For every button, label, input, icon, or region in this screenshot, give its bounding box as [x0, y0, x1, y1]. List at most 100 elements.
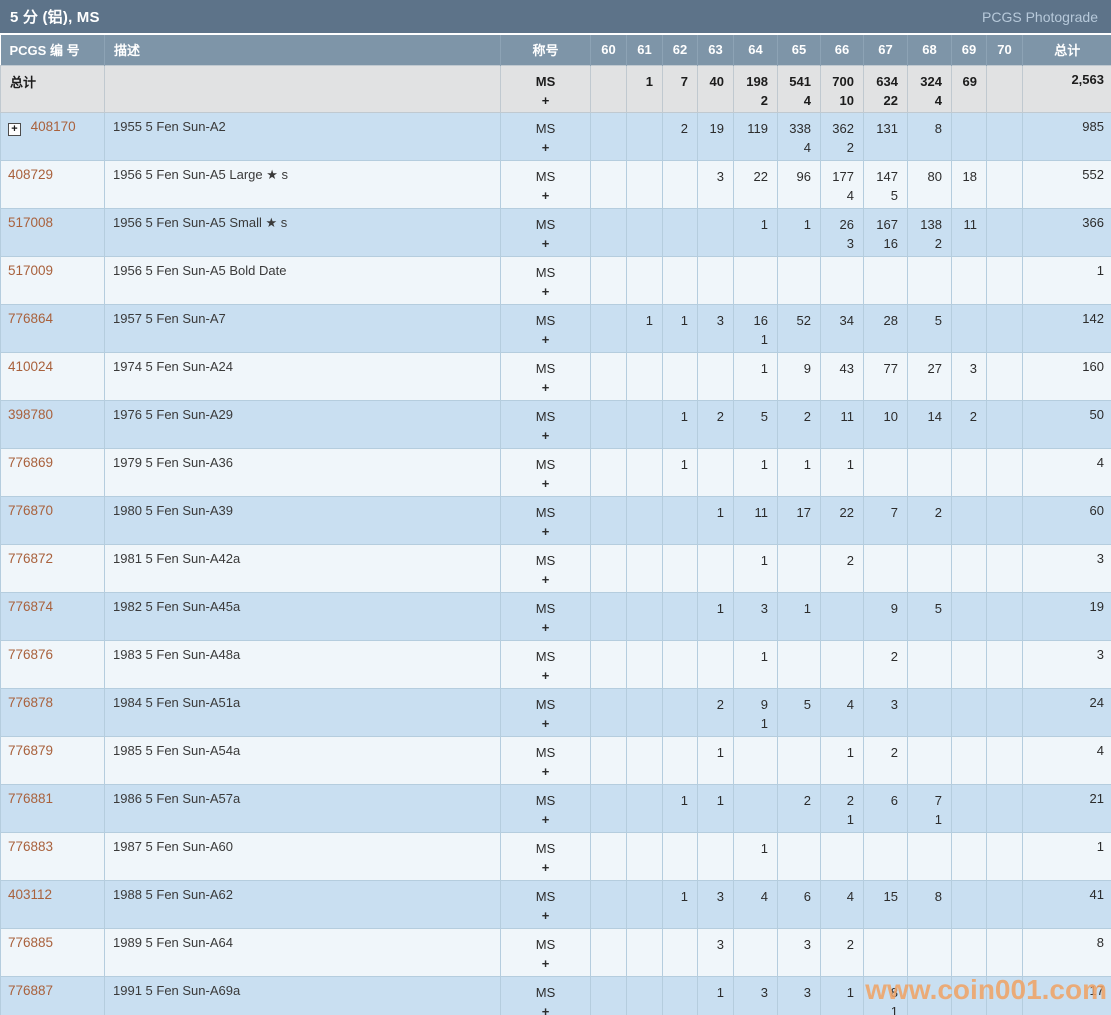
grade-68-cell: 2: [907, 495, 952, 545]
grade-68-cell: [907, 831, 952, 881]
grade-70-cell: [986, 975, 1023, 1015]
coin-description: 1956 5 Fen Sun-A5 Large ★ s: [104, 159, 501, 209]
grade-62-cell: [662, 975, 698, 1015]
pcgs-number-link[interactable]: 776876: [8, 647, 53, 662]
pcgs-number-cell: 517009: [0, 255, 105, 305]
pcgs-number-cell: 776879: [0, 735, 105, 785]
grade-63-cell: 3: [697, 303, 734, 353]
designation-plus: +: [541, 427, 550, 443]
column-header-description: 描述: [104, 35, 501, 65]
designation-ms: MS: [535, 504, 556, 520]
pcgs-number-cell: 776887: [0, 975, 105, 1015]
pcgs-number-link[interactable]: 517009: [8, 263, 53, 278]
grade-62-cell: [662, 495, 698, 545]
coin-description: 1957 5 Fen Sun-A7: [104, 303, 501, 353]
grade-66-cell: 34: [820, 303, 864, 353]
grade-66-cell: 2: [820, 927, 864, 977]
grade-60-cell: [590, 783, 627, 833]
grade-70-cell: [986, 735, 1023, 785]
pcgs-number-link[interactable]: 776879: [8, 743, 53, 758]
pcgs-number-link[interactable]: 776881: [8, 791, 53, 806]
grade-64-cell: [733, 927, 778, 977]
pcgs-number-cell: 776878: [0, 687, 105, 737]
pcgs-number-link[interactable]: 403112: [8, 887, 52, 902]
row-total: 21: [1022, 783, 1111, 833]
grade-63-cell: 1: [697, 975, 734, 1015]
designation-plus: +: [541, 187, 550, 203]
page-title: 5 分 (铝), MS: [10, 9, 100, 26]
grade-62-cell: [662, 543, 698, 593]
table-row: 517008 1956 5 Fen Sun-A5 Small ★ s MS + …: [0, 207, 1111, 257]
grade-70-cell: [986, 783, 1023, 833]
pcgs-photograde-link[interactable]: PCGS Photograde: [982, 9, 1098, 25]
pcgs-number-link[interactable]: 410024: [8, 359, 53, 374]
grade-64-cell: [733, 255, 778, 305]
grade-61-cell: [626, 495, 663, 545]
table-row: 776883 1987 5 Fen Sun-A60 MS + 1 1: [0, 831, 1111, 881]
grade-68-cell: [907, 255, 952, 305]
grade-62-cell: [662, 255, 698, 305]
pcgs-number-link[interactable]: 776878: [8, 695, 53, 710]
coin-description: 1983 5 Fen Sun-A48a: [104, 639, 501, 689]
grade-62-cell: [662, 831, 698, 881]
row-total: 19: [1022, 591, 1111, 641]
grade-62-cell: [662, 735, 698, 785]
grade-61-cell: [626, 543, 663, 593]
grade-69-cell: 2: [951, 399, 987, 449]
coin-description: 1979 5 Fen Sun-A36: [104, 447, 501, 497]
pcgs-number-cell: 776883: [0, 831, 105, 881]
coin-description: 1991 5 Fen Sun-A69a: [104, 975, 501, 1015]
grade-69-cell: [951, 687, 987, 737]
designation-ms: MS: [535, 73, 556, 89]
pcgs-number-link[interactable]: 517008: [8, 215, 53, 230]
designation-cell: MS +: [500, 111, 591, 161]
pcgs-number-link[interactable]: 776869: [8, 455, 53, 470]
grade-61-cell: [626, 111, 663, 161]
row-total: 17: [1022, 975, 1111, 1015]
designation-cell: MS +: [500, 783, 591, 833]
pcgs-number-cell: + 408170: [0, 111, 105, 161]
grade-68-cell: 138 2: [907, 207, 952, 257]
grade-67-cell: 6: [863, 783, 908, 833]
grade-68-cell: [907, 447, 952, 497]
pcgs-number-link[interactable]: 776870: [8, 503, 53, 518]
pcgs-number-cell: 776881: [0, 783, 105, 833]
grade-62-cell: [662, 159, 698, 209]
grade-65-cell: 52: [777, 303, 821, 353]
grade-65-cell: 96: [777, 159, 821, 209]
grade-68-cell: [907, 639, 952, 689]
pcgs-number-link[interactable]: 776887: [8, 983, 53, 998]
grade-68-cell: 324 4: [907, 64, 952, 113]
grade-63-cell: 1: [697, 495, 734, 545]
grade-60-cell: [590, 111, 627, 161]
pcgs-number-link[interactable]: 398780: [8, 407, 53, 422]
pcgs-number-link[interactable]: 776864: [8, 311, 53, 326]
designation-ms: MS: [535, 792, 556, 808]
grade-69-cell: [951, 879, 987, 929]
pcgs-number-link[interactable]: 408170: [31, 119, 76, 134]
grade-69-cell: 3: [951, 351, 987, 401]
pcgs-number-link[interactable]: 408729: [8, 167, 53, 182]
designation-plus: +: [541, 379, 550, 395]
column-header-66: 66: [820, 35, 864, 65]
grade-62-cell: [662, 591, 698, 641]
grade-60-cell: [590, 495, 627, 545]
grade-64-cell: 119: [733, 111, 778, 161]
grade-70-cell: [986, 447, 1023, 497]
row-total: 1: [1022, 831, 1111, 881]
grade-64-cell: 3: [733, 591, 778, 641]
grade-63-cell: 1: [697, 591, 734, 641]
pcgs-number-link[interactable]: 776885: [8, 935, 53, 950]
grade-68-cell: [907, 975, 952, 1015]
pcgs-number-link[interactable]: 776883: [8, 839, 53, 854]
grade-67-cell: 81: [863, 975, 908, 1015]
expand-icon[interactable]: +: [8, 122, 21, 136]
table-row: 776872 1981 5 Fen Sun-A42a MS + 12 3: [0, 543, 1111, 593]
grade-61-cell: [626, 831, 663, 881]
grade-69-cell: [951, 543, 987, 593]
pcgs-number-link[interactable]: 776872: [8, 551, 53, 566]
grade-61-cell: [626, 399, 663, 449]
table-row: 776885 1989 5 Fen Sun-A64 MS + 3328: [0, 927, 1111, 977]
grade-60-cell: [590, 303, 627, 353]
pcgs-number-link[interactable]: 776874: [8, 599, 53, 614]
